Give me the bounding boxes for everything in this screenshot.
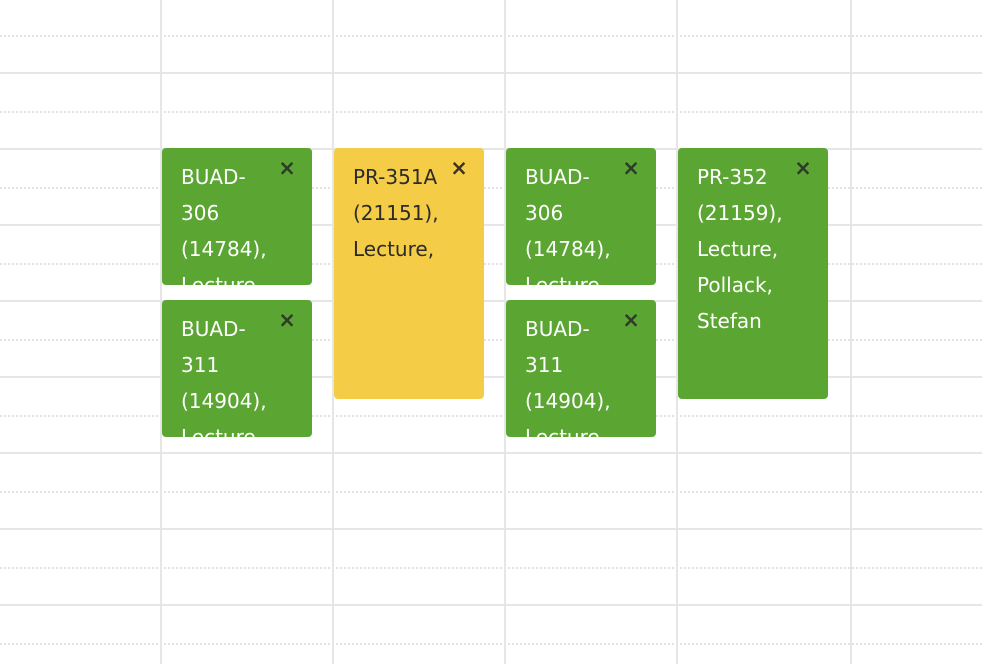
grid-line-hour — [0, 452, 982, 454]
event-block-buad-311[interactable]: BUAD-311 (14904), Lecture × — [506, 300, 656, 437]
event-title: BUAD-311 (14904), Lecture — [181, 317, 267, 437]
grid-line-hour — [0, 72, 982, 74]
event-title: BUAD-306 (14784), Lecture — [525, 165, 611, 285]
event-title: PR-351A (21151), Lecture, — [353, 165, 439, 261]
grid-line-hour — [0, 148, 982, 150]
event-title: PR-352 (21159), Lecture, Pollack, Stefan — [697, 165, 783, 333]
grid-line-half-hour — [0, 111, 982, 113]
event-block-pr-352[interactable]: PR-352 (21159), Lecture, Pollack, Stefan… — [678, 148, 828, 399]
grid-line-hour — [0, 300, 982, 302]
grid-line-hour — [0, 376, 982, 378]
grid-line-half-hour — [0, 643, 982, 645]
grid-line-half-hour — [0, 491, 982, 493]
grid-line-hour — [0, 224, 982, 226]
close-icon[interactable]: × — [448, 157, 470, 179]
event-block-buad-306[interactable]: BUAD-306 (14784), Lecture × — [162, 148, 312, 285]
event-block-buad-311[interactable]: BUAD-311 (14904), Lecture × — [162, 300, 312, 437]
grid-line-half-hour — [0, 35, 982, 37]
grid-line-hour — [0, 604, 982, 606]
grid-line-half-hour — [0, 415, 982, 417]
close-icon[interactable]: × — [792, 157, 814, 179]
grid-column-divider — [850, 0, 852, 664]
event-block-buad-306[interactable]: BUAD-306 (14784), Lecture × — [506, 148, 656, 285]
close-icon[interactable]: × — [620, 309, 642, 331]
grid-line-half-hour — [0, 263, 982, 265]
close-icon[interactable]: × — [276, 309, 298, 331]
grid-line-hour — [0, 528, 982, 530]
grid-line-half-hour — [0, 339, 982, 341]
grid-line-half-hour — [0, 187, 982, 189]
close-icon[interactable]: × — [276, 157, 298, 179]
close-icon[interactable]: × — [620, 157, 642, 179]
event-title: BUAD-311 (14904), Lecture — [525, 317, 611, 437]
event-title: BUAD-306 (14784), Lecture — [181, 165, 267, 285]
schedule-calendar-grid: BUAD-306 (14784), Lecture × BUAD-311 (14… — [0, 0, 982, 664]
event-block-pr-351a[interactable]: PR-351A (21151), Lecture, × — [334, 148, 484, 399]
grid-line-half-hour — [0, 567, 982, 569]
